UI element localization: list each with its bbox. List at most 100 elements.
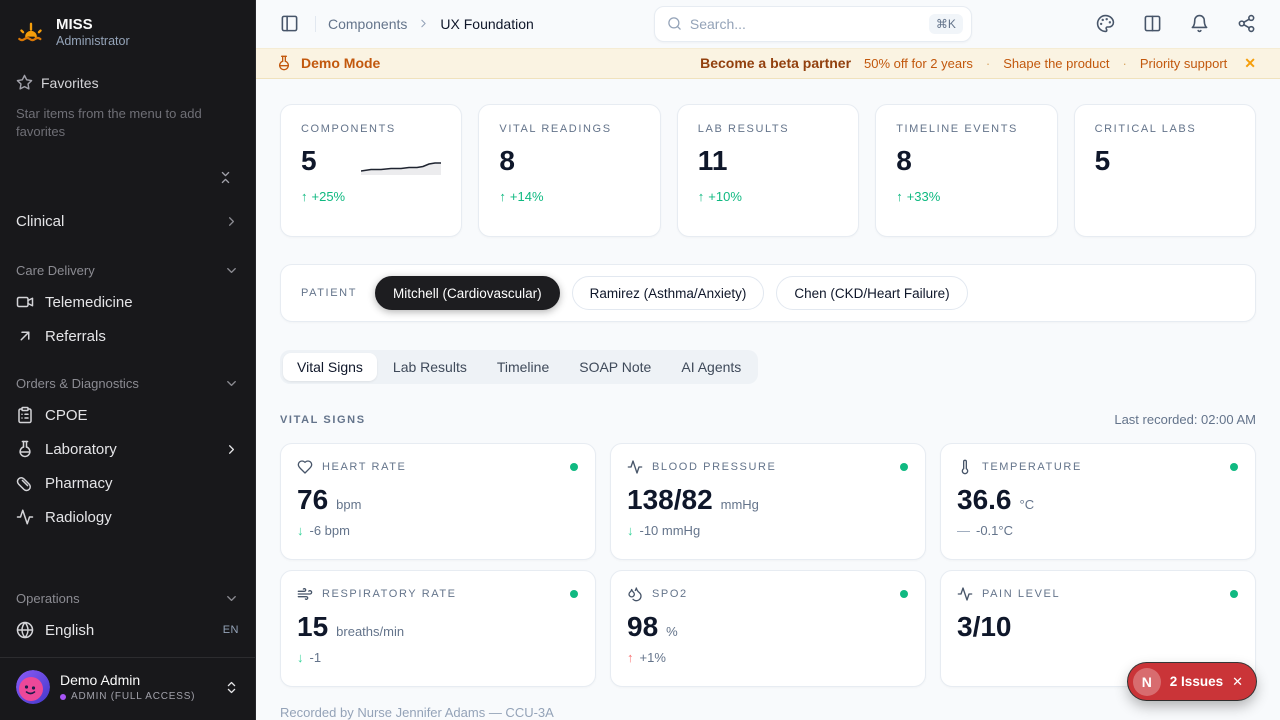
vital-value: 15: [297, 611, 328, 643]
sidebar-group-operations[interactable]: Operations: [0, 584, 255, 613]
stat-value: 5: [1095, 147, 1111, 175]
chevron-down-icon: [224, 376, 239, 391]
dot-separator: ·: [986, 56, 990, 71]
droplets-icon: [627, 586, 643, 602]
patient-pill-ramirez[interactable]: Ramirez (Asthma/Anxiety): [572, 276, 765, 310]
nextjs-logo: N: [1133, 668, 1161, 696]
sunrise-logo-icon: [16, 17, 46, 47]
sidebar-group-orders-diagnostics[interactable]: Orders & Diagnostics: [0, 369, 255, 398]
heart-icon: [297, 459, 313, 475]
pill-icon: [16, 474, 34, 492]
patient-selector: PATIENT Mitchell (Cardiovascular) Ramire…: [280, 264, 1256, 322]
sidebar-item-referrals[interactable]: Referrals: [0, 319, 255, 353]
stat-card-components: COMPONENTS 5 ↑ +25%: [280, 104, 462, 237]
video-icon: [16, 293, 34, 311]
stat-value: 5: [301, 147, 317, 175]
chevron-down-icon: [224, 263, 239, 278]
vital-value: 3/10: [957, 611, 1012, 643]
vital-value: 98: [627, 611, 658, 643]
status-dot: [900, 463, 908, 471]
breadcrumb: Components UX Foundation: [328, 16, 534, 32]
chevron-right-icon: [417, 17, 430, 30]
sidebar-group-clinical[interactable]: Clinical: [0, 203, 255, 240]
trend-up-icon: ↑: [499, 189, 506, 204]
stats-row: COMPONENTS 5 ↑ +25% VITAL READINGS: [280, 104, 1256, 237]
vital-value: 76: [297, 484, 328, 516]
banner-perk-3: Priority support: [1140, 56, 1227, 71]
banner-perk-1: 50% off for 2 years: [864, 56, 973, 71]
stat-card-vital-readings: VITAL READINGS 8 ↑ +14%: [478, 104, 660, 237]
vital-unit: mmHg: [721, 497, 759, 512]
last-recorded-text: Last recorded: 02:00 AM: [1114, 412, 1256, 427]
share-button[interactable]: [1233, 10, 1260, 37]
arrow-up-right-icon: [16, 327, 34, 345]
favorites-title: Favorites: [41, 75, 99, 91]
vital-card-temperature: TEMPERATURE 36.6 °C — -0.1°C: [940, 443, 1256, 560]
breadcrumb-parent[interactable]: Components: [328, 16, 407, 32]
status-dot: [570, 590, 578, 598]
avatar: [16, 670, 50, 704]
sidebar-item-radiology[interactable]: Radiology: [0, 500, 255, 534]
app-name: MISS: [56, 16, 130, 34]
chevron-right-icon: [224, 214, 239, 229]
tab-lab-results[interactable]: Lab Results: [379, 353, 481, 381]
vital-value: 36.6: [957, 484, 1012, 516]
status-dot: [1230, 590, 1238, 598]
sidebar-toggle-button[interactable]: [276, 10, 303, 37]
beta-partner-link[interactable]: Become a beta partner: [700, 55, 851, 71]
sparkline-chart: [361, 157, 441, 175]
sidebar-item-pharmacy[interactable]: Pharmacy: [0, 466, 255, 500]
sidebar-group-care-delivery[interactable]: Care Delivery: [0, 256, 255, 285]
theme-palette-button[interactable]: [1092, 10, 1119, 37]
tab-ai-agents[interactable]: AI Agents: [667, 353, 755, 381]
issues-close-icon[interactable]: ✕: [1232, 674, 1243, 690]
tab-timeline[interactable]: Timeline: [483, 353, 563, 381]
sidebar-item-laboratory[interactable]: Laboratory: [0, 432, 255, 466]
dot-separator: ·: [1123, 56, 1127, 71]
status-dot: [570, 463, 578, 471]
patient-pill-mitchell[interactable]: Mitchell (Cardiovascular): [375, 276, 560, 310]
breadcrumb-current: UX Foundation: [440, 16, 533, 32]
stat-value: 8: [896, 147, 912, 175]
stat-card-critical-labs: CRITICAL LABS 5: [1074, 104, 1256, 237]
clipboard-icon: [16, 406, 34, 424]
trend-up-icon: ↑: [896, 189, 903, 204]
user-name: Demo Admin: [60, 672, 214, 688]
vital-unit: bpm: [336, 497, 361, 512]
favorites-empty-hint: Star items from the menu to add favorite…: [16, 105, 206, 140]
tab-vital-signs[interactable]: Vital Signs: [283, 353, 377, 381]
global-search[interactable]: ⌘K: [654, 6, 972, 42]
chevron-down-icon: [224, 591, 239, 606]
user-menu[interactable]: Demo Admin ADMIN (FULL ACCESS): [0, 658, 255, 720]
layout-columns-button[interactable]: [1139, 10, 1166, 37]
search-input[interactable]: [690, 16, 921, 32]
notifications-bell-button[interactable]: [1186, 10, 1213, 37]
thermometer-icon: [957, 459, 973, 475]
collapse-sidebar-icon[interactable]: [218, 170, 233, 185]
main-content: COMPONENTS 5 ↑ +25% VITAL READINGS: [256, 79, 1280, 720]
sidebar-item-telemedicine[interactable]: Telemedicine: [0, 285, 255, 319]
trend-flat-icon: —: [957, 523, 970, 538]
banner-close-icon[interactable]: ✕: [1240, 53, 1260, 74]
patient-label: PATIENT: [301, 287, 357, 299]
vital-unit: breaths/min: [336, 624, 404, 639]
vitals-grid: HEART RATE 76 bpm ↓ -6 bpm BLOOD PRES: [280, 443, 1256, 687]
sidebar-item-language[interactable]: English EN: [0, 613, 255, 647]
trend-down-icon: ↓: [297, 523, 304, 538]
chevron-right-icon: [224, 442, 239, 457]
app-logo-block: MISS Administrator: [0, 0, 255, 60]
vital-unit: °C: [1020, 497, 1035, 512]
wind-icon: [297, 586, 313, 602]
vital-unit: %: [666, 624, 678, 639]
vital-card-respiratory-rate: RESPIRATORY RATE 15 breaths/min ↓ -1: [280, 570, 596, 687]
flask-icon: [276, 55, 292, 71]
chevrons-up-down-icon: [224, 680, 239, 695]
trend-down-icon: ↓: [297, 650, 304, 665]
dev-issues-badge[interactable]: N 2 Issues ✕: [1128, 663, 1256, 700]
demo-mode-banner: Demo Mode Become a beta partner 50% off …: [256, 48, 1280, 79]
sidebar-item-cpoe[interactable]: CPOE: [0, 398, 255, 432]
patient-pill-chen[interactable]: Chen (CKD/Heart Failure): [776, 276, 967, 310]
recorded-by-text: Recorded by Nurse Jennifer Adams — CCU-3…: [280, 705, 1256, 720]
view-tabs: Vital Signs Lab Results Timeline SOAP No…: [280, 350, 758, 384]
tab-soap-note[interactable]: SOAP Note: [565, 353, 665, 381]
